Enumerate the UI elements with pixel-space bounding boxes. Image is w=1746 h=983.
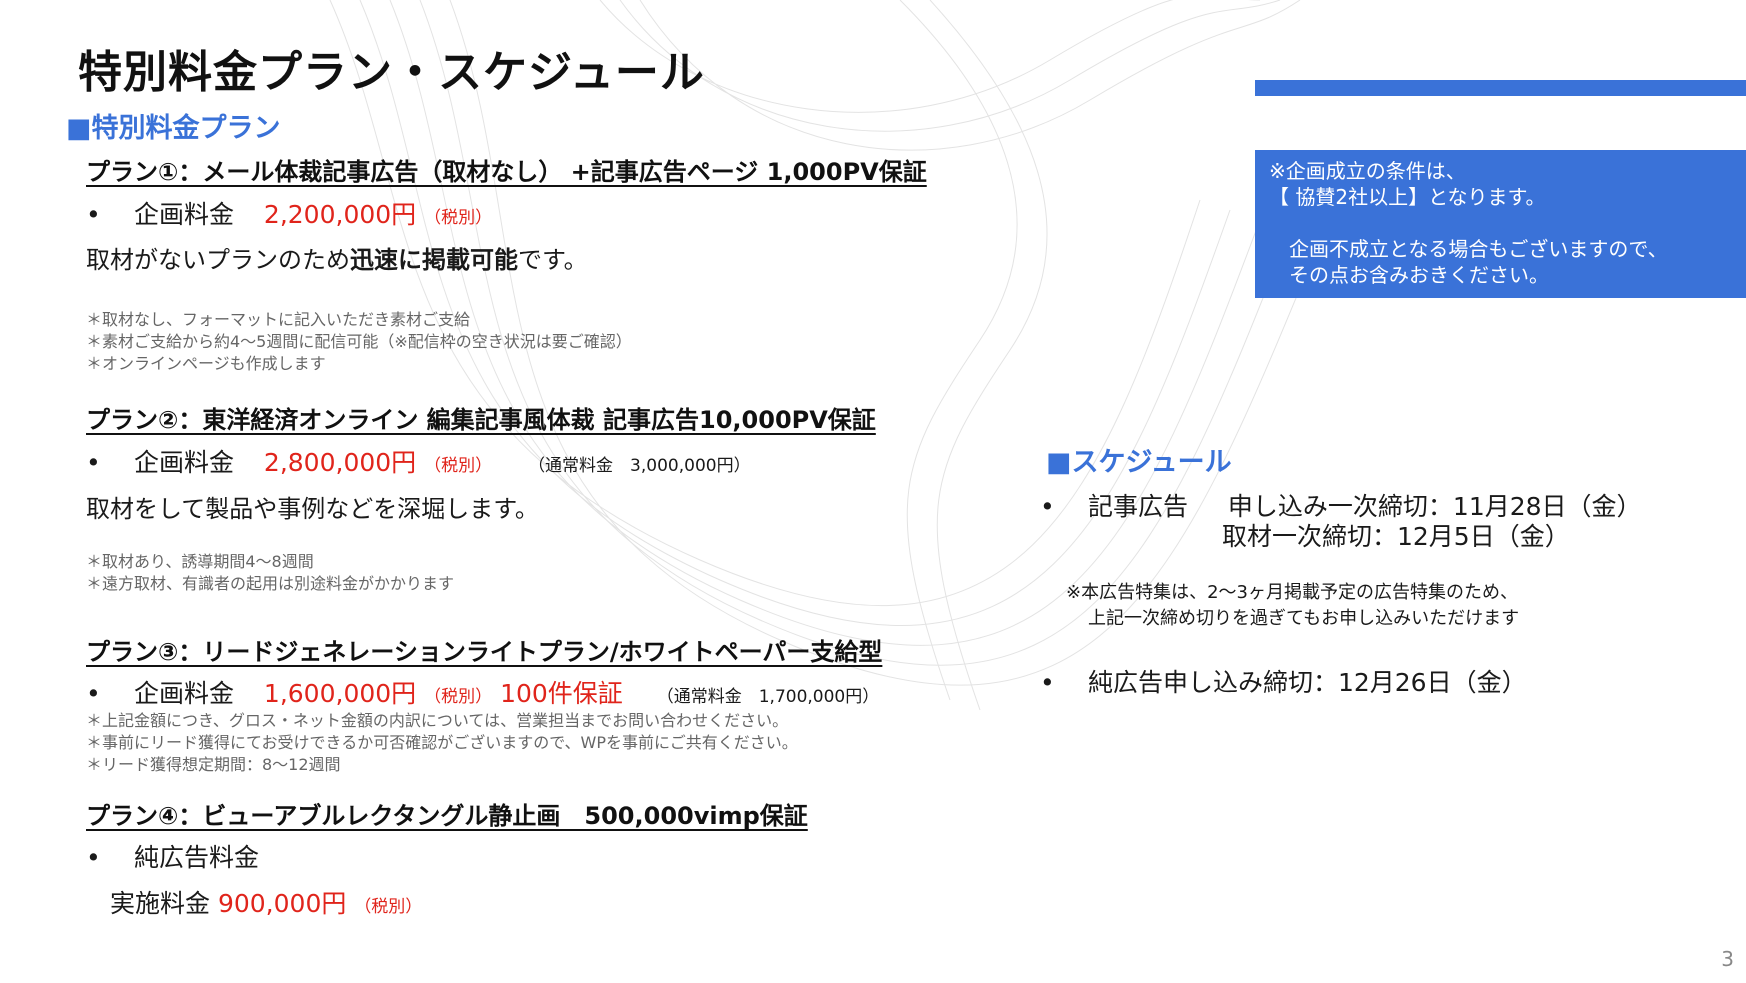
plan4-fee-label: 純広告料金 bbox=[133, 843, 259, 872]
page-title: 特別料金プラン・スケジュール bbox=[78, 47, 705, 98]
callout-line: その点お含みおきください。 bbox=[1289, 263, 1549, 287]
plan3-fee-row: • 企画料金 1,600,000円 （税別） 100件保証 （通常料金 1,70… bbox=[86, 674, 879, 710]
plan2-fee-row: • 企画料金 2,800,000円 （税別） （通常料金 3,000,000円） bbox=[86, 443, 751, 479]
page-number: 3 bbox=[1721, 947, 1734, 971]
plan4-fee-row: • 純広告料金 bbox=[86, 838, 259, 874]
plan3-fee-tax: （税別） bbox=[424, 687, 493, 707]
bullet: • bbox=[1040, 492, 1055, 521]
plan2-heading: プラン②：東洋経済オンライン 編集記事風体裁 記事広告10,000PV保証 bbox=[86, 406, 876, 434]
callout-line: ※企画成立の条件は、 bbox=[1269, 159, 1466, 183]
schedule-item2: 純広告申し込み締切：12月26日（金） bbox=[1087, 668, 1527, 697]
plan4-fee-tax: （税別） bbox=[354, 897, 423, 917]
bullet: • bbox=[1040, 668, 1055, 697]
plan3-note: ＊上記金額につき、グロス・ネット金額の内訳については、営業担当までお問い合わせく… bbox=[86, 711, 789, 730]
plan1-heading: プラン①：メール体裁記事広告（取材なし） +記事広告ページ 1,000PV保証 bbox=[86, 158, 927, 186]
plan1-notes: ＊取材なし、フォーマットに記入いただき素材ご支給 ＊素材ご支給から約4～5週間に… bbox=[86, 309, 632, 375]
plan1-fee-row: • 企画料金 2,200,000円 （税別） bbox=[86, 195, 492, 231]
callout-line: 企画不成立となる場合もございますので、 bbox=[1289, 237, 1668, 261]
plan3-fee-label: 企画料金 bbox=[133, 679, 234, 708]
bullet: • bbox=[86, 448, 101, 477]
bullet: • bbox=[86, 200, 101, 229]
plan1-note: ＊素材ご支給から約4～5週間に配信可能（※配信枠の空き状況は要ご確認） bbox=[86, 332, 632, 351]
plans-section-heading: ■特別料金プラン bbox=[66, 113, 281, 144]
schedule-note: ※本広告特集は、2～3ヶ月掲載予定の広告特集のため、 上記一次締め切りを過ぎても… bbox=[1066, 580, 1519, 632]
schedule-section-heading: ■スケジュール bbox=[1046, 447, 1232, 478]
plan3-heading: プラン③：リードジェネレーションライトプラン/ホワイトペーパー支給型 bbox=[86, 638, 883, 666]
plan4-impl-row: 実施料金 900,000円 （税別） bbox=[110, 884, 422, 920]
plan2-note: ＊取材あり、誘導期間4～8週間 bbox=[86, 552, 314, 571]
plan1-description: 取材がないプランのため迅速に掲載可能です。 bbox=[86, 240, 588, 275]
plan1-note: ＊オンラインページも作成します bbox=[86, 354, 326, 373]
plan3-regular-price: （通常料金 1,700,000円） bbox=[656, 687, 880, 707]
plan4-impl-label: 実施料金 bbox=[110, 889, 211, 918]
plan1-fee-tax: （税別） bbox=[424, 208, 493, 228]
plan2-note: ＊遠方取材、有識者の起用は別途料金がかかります bbox=[86, 574, 455, 593]
plan3-notes: ＊上記金額につき、グロス・ネット金額の内訳については、営業担当までお問い合わせく… bbox=[86, 710, 798, 776]
callout-line: 【 協賛2社以上】となります。 bbox=[1269, 185, 1546, 209]
plan2-fee-label: 企画料金 bbox=[133, 448, 234, 477]
plan3-note: ＊事前にリード獲得にてお受けできるか可否確認がございますので、WPを事前にご共有… bbox=[86, 733, 798, 752]
plan3-guarantee: 100件保証 bbox=[500, 679, 623, 708]
schedule-item1-line2: 取材一次締切：12月5日（金） bbox=[1222, 522, 1570, 551]
plan1-fee-label: 企画料金 bbox=[133, 200, 234, 229]
bullet: • bbox=[86, 679, 101, 708]
plan4-fee-value: 900,000円 bbox=[217, 889, 347, 918]
schedule-item-pure-ad: • 純広告申し込み締切：12月26日（金） bbox=[1040, 663, 1527, 699]
condition-callout: ※企画成立の条件は、 【 協賛2社以上】となります。 企画不成立となる場合もござ… bbox=[1255, 150, 1746, 298]
bullet: • bbox=[86, 843, 101, 872]
plan2-regular-price: （通常料金 3,000,000円） bbox=[528, 456, 751, 476]
plan4-heading: プラン④：ビューアブルレクタングル静止画 500,000vimp保証 bbox=[86, 802, 808, 830]
plan1-desc-bold: 迅速に掲載可能 bbox=[350, 246, 518, 274]
accent-bar bbox=[1255, 80, 1746, 96]
plan2-notes: ＊取材あり、誘導期間4～8週間 ＊遠方取材、有識者の起用は別途料金がかかります bbox=[86, 551, 454, 595]
plan3-fee-value: 1,600,000円 bbox=[263, 679, 417, 708]
schedule-item1-label: 記事広告 bbox=[1087, 492, 1188, 521]
plan1-note: ＊取材なし、フォーマットに記入いただき素材ご支給 bbox=[86, 310, 471, 329]
plan1-fee-value: 2,200,000円 bbox=[263, 200, 417, 229]
schedule-note-line: 上記一次締め切りを過ぎてもお申し込みいただけます bbox=[1088, 608, 1520, 629]
plan2-fee-tax: （税別） bbox=[424, 456, 493, 476]
schedule-note-line: ※本広告特集は、2～3ヶ月掲載予定の広告特集のため、 bbox=[1066, 582, 1518, 603]
plan3-note: ＊リード獲得想定期間：8～12週間 bbox=[86, 755, 341, 774]
plan2-fee-value: 2,800,000円 bbox=[263, 448, 417, 477]
plan2-description: 取材をして製品や事例などを深堀します。 bbox=[86, 495, 539, 523]
plan1-desc-pre: 取材がないプランのため bbox=[86, 246, 350, 274]
plan1-desc-post: です。 bbox=[518, 246, 588, 274]
